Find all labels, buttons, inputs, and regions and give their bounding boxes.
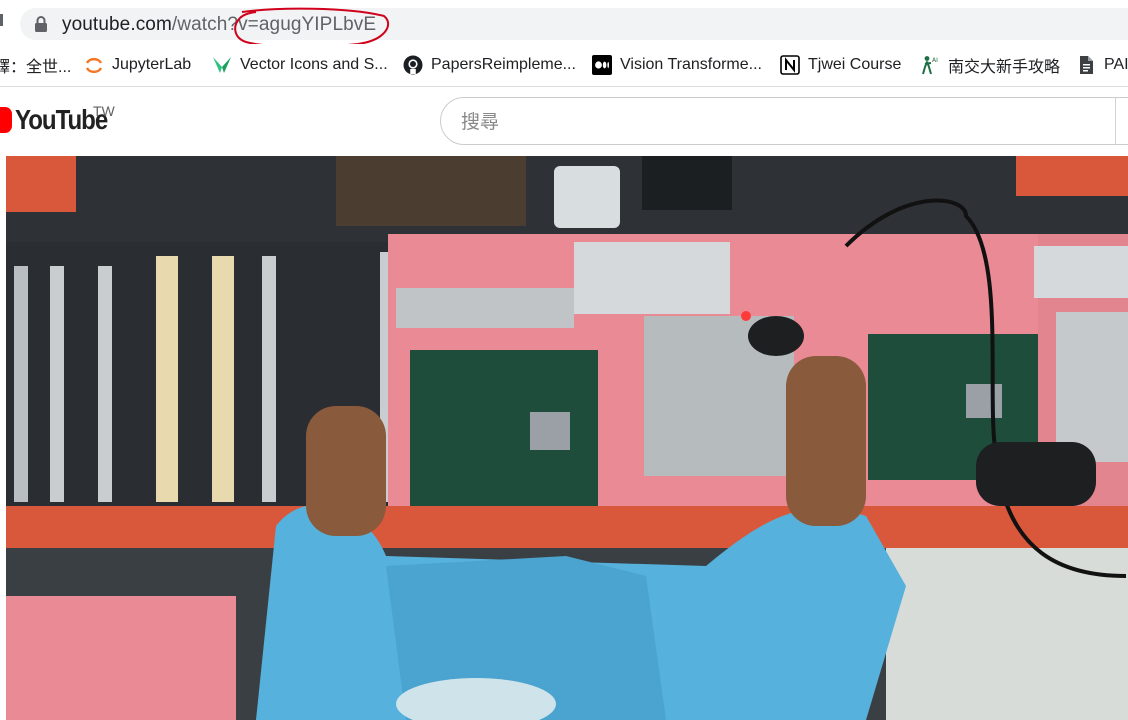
browser-edge-fragment [0, 14, 3, 26]
bookmark-label: JupyterLab [112, 56, 192, 73]
bookmark-label: Vector Icons and S... [240, 56, 388, 73]
vector-icons-icon [213, 57, 231, 73]
lock-icon[interactable] [34, 16, 48, 32]
video-player[interactable] [6, 156, 1128, 720]
bookmark-vector-icons[interactable]: Vector Icons and S... [212, 44, 388, 86]
bookmark-nctu-guide[interactable]: AI 南交大新手攻略 [920, 44, 1060, 86]
bookmark-vision-transformer[interactable]: Vision Transforme... [592, 44, 762, 86]
url-text[interactable]: youtube.com/watch?v=agugYIPLbvE [62, 14, 376, 36]
video-frame-image [6, 156, 1128, 720]
search-box[interactable] [440, 97, 1128, 146]
youtube-play-icon [0, 107, 12, 133]
github-icon [403, 55, 423, 75]
jupyter-icon [85, 57, 103, 74]
url-host: youtube.com [62, 14, 172, 35]
bookmark-jupyterlab[interactable]: JupyterLab [84, 44, 191, 86]
bookmark-label: 南交大新手攻略 [948, 59, 1061, 76]
address-bar-row: youtube.com/watch?v=agugYIPLbvE [0, 0, 1128, 48]
person-ai-icon: AI [922, 56, 938, 75]
notion-icon [780, 55, 800, 75]
bookmarks-bar: 譯：全世... JupyterLab Vector Icons and S...… [0, 44, 1128, 87]
bookmark-pai[interactable]: PAI [1076, 44, 1128, 86]
medium-icon [592, 55, 612, 75]
bookmark-label: Tjwei Course [808, 56, 902, 73]
svg-text:AI: AI [932, 57, 938, 64]
document-icon [1080, 56, 1093, 74]
youtube-header: YouTube TW [0, 87, 1128, 155]
search-button-divider [1115, 98, 1116, 144]
bookmark-label: PapersReimpleme... [431, 56, 576, 73]
bookmark-label: PAI [1104, 56, 1128, 73]
bookmark-label: 譯：全世... [0, 59, 72, 76]
bookmark-tjwei-course[interactable]: Tjwei Course [780, 44, 901, 86]
search-input[interactable] [459, 98, 1103, 146]
url-path: /watch?v=agugYIPLbvE [171, 14, 377, 35]
bookmark-translate[interactable]: 譯：全世... [0, 44, 71, 86]
bookmark-label: Vision Transforme... [620, 56, 762, 73]
region-code: TW [93, 103, 115, 119]
omnibox[interactable]: youtube.com/watch?v=agugYIPLbvE [20, 8, 1128, 40]
bookmark-papers-reimplementation[interactable]: PapersReimpleme... [403, 44, 576, 86]
